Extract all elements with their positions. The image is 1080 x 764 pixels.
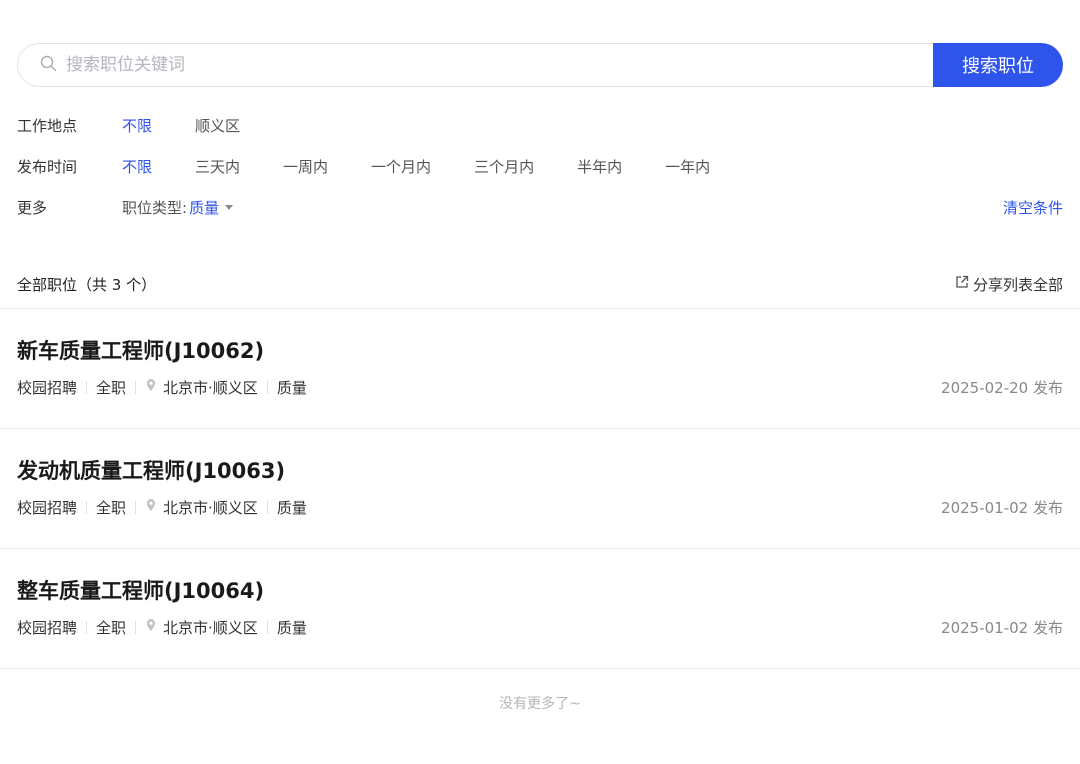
- job-publish-date: 2025-01-02 发布: [941, 498, 1063, 517]
- filter-location-row: 工作地点 不限 顺义区: [17, 114, 1063, 136]
- job-location: 北京市·顺义区: [163, 618, 258, 637]
- filter-time-option-3days[interactable]: 三天内: [195, 156, 240, 177]
- location-pin-icon: [145, 618, 163, 636]
- job-location: 北京市·顺义区: [163, 498, 258, 517]
- job-employment: 全职: [96, 498, 127, 517]
- filter-time-row: 发布时间 不限 三天内 一周内 一个月内 三个月内 半年内 一年内: [17, 155, 1063, 177]
- meta-separator: [86, 380, 88, 394]
- divider: [0, 668, 1080, 669]
- filter-location-label: 工作地点: [17, 116, 78, 135]
- filter-time-option-any[interactable]: 不限: [122, 156, 152, 177]
- location-pin-icon: [145, 498, 163, 516]
- job-type-label: 职位类型:: [122, 198, 188, 217]
- filter-location-option-shunyi[interactable]: 顺义区: [195, 115, 240, 136]
- filter-more-row: 更多 职位类型: 质量 清空条件: [17, 196, 1063, 218]
- divider: [0, 548, 1080, 549]
- job-category: 质量: [276, 378, 307, 397]
- job-item[interactable]: 发动机质量工程师(J10063) 校园招聘 全职 北京市·顺义区 质量 2025…: [17, 456, 1063, 518]
- job-location: 北京市·顺义区: [163, 378, 258, 397]
- filter-time-label: 发布时间: [17, 157, 78, 176]
- meta-separator: [86, 620, 88, 634]
- job-recruit-type: 校园招聘: [17, 498, 78, 517]
- filter-time-option-3months[interactable]: 三个月内: [474, 156, 534, 177]
- meta-separator: [135, 500, 137, 514]
- divider: [0, 428, 1080, 429]
- list-count-title: 全部职位（共 3 个）: [17, 275, 157, 294]
- share-list-button[interactable]: 分享列表全部: [955, 274, 1063, 295]
- no-more-text: 没有更多了~: [499, 696, 581, 712]
- job-item[interactable]: 整车质量工程师(J10064) 校园招聘 全职 北京市·顺义区 质量 2025-…: [17, 576, 1063, 638]
- meta-separator: [135, 620, 137, 634]
- job-publish-date: 2025-01-02 发布: [941, 618, 1063, 637]
- job-meta: 校园招聘 全职 北京市·顺义区 质量 2025-02-20 发布: [17, 376, 1063, 398]
- job-employment: 全职: [96, 618, 127, 637]
- filter-time-option-1month[interactable]: 一个月内: [371, 156, 431, 177]
- filter-time-option-1week[interactable]: 一周内: [283, 156, 328, 177]
- filter-more-label: 更多: [17, 198, 48, 217]
- search-bar: 搜索职位: [17, 43, 1063, 87]
- job-employment: 全职: [96, 378, 127, 397]
- meta-separator: [266, 500, 268, 514]
- job-recruit-type: 校园招聘: [17, 378, 78, 397]
- job-item[interactable]: 新车质量工程师(J10062) 校园招聘 全职 北京市·顺义区 质量 2025-…: [17, 336, 1063, 398]
- caret-down-icon: [225, 205, 234, 210]
- meta-separator: [266, 620, 268, 634]
- share-icon: [955, 275, 973, 293]
- search-box[interactable]: [17, 43, 933, 87]
- share-list-label: 分享列表全部: [972, 275, 1063, 294]
- job-title[interactable]: 发动机质量工程师(J10063): [17, 456, 1063, 486]
- filter-location-option-any[interactable]: 不限: [122, 115, 152, 136]
- job-category: 质量: [276, 618, 307, 637]
- meta-separator: [266, 380, 268, 394]
- job-type-value: 质量: [189, 198, 220, 217]
- job-title[interactable]: 整车质量工程师(J10064): [17, 576, 1063, 606]
- job-publish-date: 2025-02-20 发布: [941, 378, 1063, 397]
- job-title[interactable]: 新车质量工程师(J10062): [17, 336, 1063, 366]
- divider: [0, 308, 1080, 309]
- job-recruit-type: 校园招聘: [17, 618, 78, 637]
- job-type-dropdown[interactable]: 职位类型: 质量: [122, 197, 234, 218]
- job-meta: 校园招聘 全职 北京市·顺义区 质量 2025-01-02 发布: [17, 496, 1063, 518]
- meta-separator: [135, 380, 137, 394]
- job-meta: 校园招聘 全职 北京市·顺义区 质量 2025-01-02 发布: [17, 616, 1063, 638]
- meta-separator: [86, 500, 88, 514]
- location-pin-icon: [145, 378, 163, 396]
- search-button[interactable]: 搜索职位: [933, 43, 1063, 87]
- search-icon: [40, 55, 57, 76]
- clear-filters-link[interactable]: 清空条件: [1003, 197, 1063, 218]
- job-category: 质量: [276, 498, 307, 517]
- list-header: 全部职位（共 3 个） 分享列表全部: [17, 273, 1063, 295]
- filter-time-option-halfyear[interactable]: 半年内: [577, 156, 622, 177]
- search-input[interactable]: [66, 55, 886, 75]
- filter-time-option-1year[interactable]: 一年内: [665, 156, 710, 177]
